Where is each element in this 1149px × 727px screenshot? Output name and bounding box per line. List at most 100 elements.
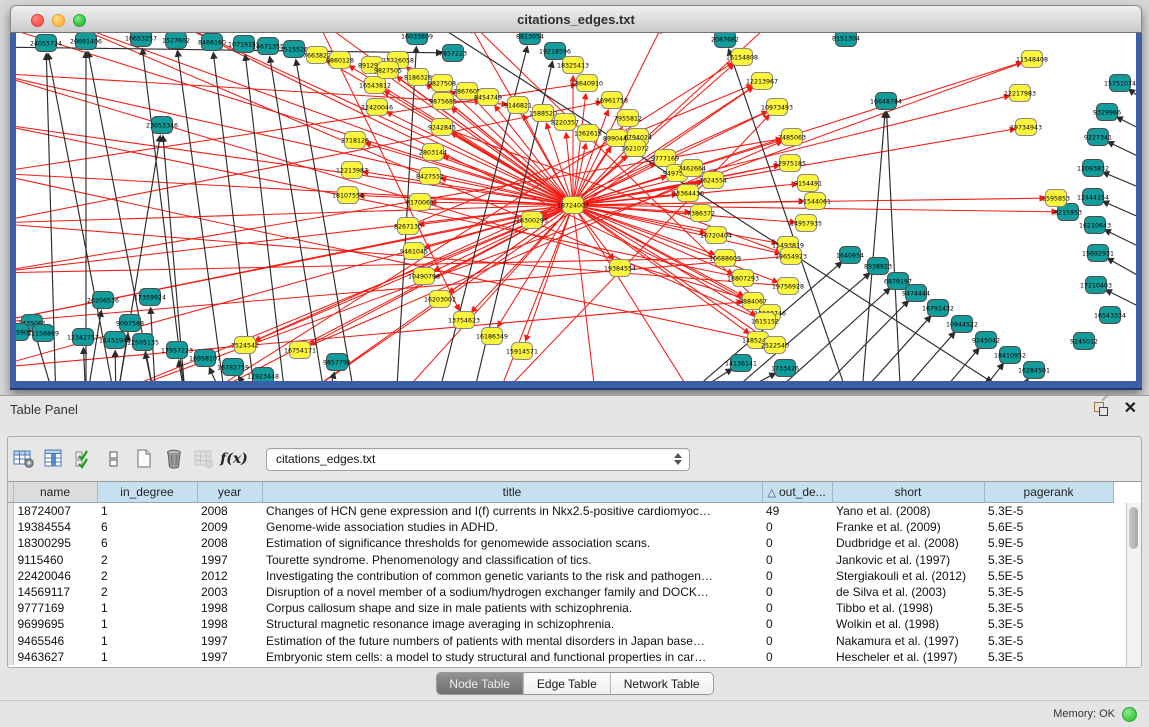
new-document-icon[interactable] xyxy=(132,446,156,472)
table-column-icon[interactable] xyxy=(42,446,66,472)
table-cell[interactable]: 2 xyxy=(97,552,197,568)
graph-node[interactable]: 2803144 xyxy=(419,144,447,161)
table-cell[interactable]: Genome-wide association studies in ADHD. xyxy=(262,519,762,535)
table-cell[interactable]: 9465546 xyxy=(13,633,97,649)
table-row[interactable]: 1830029562008Estimation of significance … xyxy=(8,535,1113,551)
table-row[interactable]: 946362711997Embryonic stem cells: a mode… xyxy=(8,649,1113,665)
graph-edge[interactable] xyxy=(16,174,573,205)
graph-node[interactable]: 9146821 xyxy=(504,97,532,114)
graph-edge[interactable] xyxy=(729,49,851,381)
table-cell[interactable]: 1997 xyxy=(197,649,262,665)
table-cell[interactable]: 1 xyxy=(97,633,197,649)
scrollbar-thumb[interactable] xyxy=(1129,507,1138,549)
table-cell[interactable]: 49 xyxy=(762,503,832,520)
tab-node-table[interactable]: Node Table xyxy=(436,673,524,694)
table-cell[interactable]: Embryonic stem cells: a model to study s… xyxy=(262,649,762,665)
table-cell[interactable]: 2012 xyxy=(197,568,262,584)
graph-node[interactable]: 18640910 xyxy=(571,75,603,92)
graph-node[interactable]: 16543812 xyxy=(359,77,391,94)
table-cell[interactable]: Structural magnetic resonance image aver… xyxy=(262,616,762,632)
float-panel-icon[interactable] xyxy=(1094,402,1108,416)
graph-node[interactable]: 14957935 xyxy=(790,215,822,232)
graph-node[interactable]: 8938923 xyxy=(864,258,892,275)
table-cell[interactable]: 1997 xyxy=(197,633,262,649)
graph-edge[interactable] xyxy=(931,348,979,381)
table-cell[interactable]: 19384554 xyxy=(13,519,97,535)
graph-node[interactable]: 8170061 xyxy=(406,194,434,211)
graph-node[interactable]: 7524542 xyxy=(231,337,259,354)
graph-node[interactable]: 9245012 xyxy=(1070,333,1098,350)
column-header-pagerank[interactable]: pagerank xyxy=(984,482,1113,503)
table-cell[interactable]: 0 xyxy=(762,535,832,551)
import-table-icon[interactable] xyxy=(192,446,216,472)
graph-node[interactable]: 8454749 xyxy=(474,89,502,106)
network-view-window[interactable]: citations_edges.txt 24055724206914061065… xyxy=(10,5,1142,390)
table-cell[interactable]: 22420046 xyxy=(13,568,97,584)
graph-edge[interactable] xyxy=(891,332,955,381)
table-cell[interactable]: 1997 xyxy=(197,552,262,568)
graph-node[interactable]: 16791432 xyxy=(922,300,954,317)
table-cell[interactable]: 6 xyxy=(97,519,197,535)
table-cell[interactable]: 0 xyxy=(762,568,832,584)
table-cell[interactable]: 5.3E-5 xyxy=(984,584,1113,600)
table-cell[interactable]: Estimation of significance thresholds fo… xyxy=(262,535,762,551)
graph-edge[interactable] xyxy=(1108,142,1136,161)
table-cell[interactable]: 5.6E-5 xyxy=(984,519,1113,535)
graph-node[interactable]: 1527602 xyxy=(162,33,190,49)
graph-node[interactable]: 16186349 xyxy=(476,328,508,345)
graph-node[interactable]: 1362615 xyxy=(574,125,602,142)
graph-edge[interactable] xyxy=(1129,89,1136,103)
graph-edge[interactable] xyxy=(1117,117,1136,133)
vertical-scrollbar[interactable] xyxy=(1126,503,1141,667)
table-cell[interactable]: 0 xyxy=(762,584,832,600)
column-header-year[interactable]: year xyxy=(197,482,262,503)
table-cell[interactable]: Yano et al. (2008) xyxy=(832,503,984,520)
table-cell[interactable]: 5.3E-5 xyxy=(984,600,1113,616)
graph-node[interactable]: 9474444 xyxy=(902,285,930,302)
zoom-window-button[interactable] xyxy=(73,14,86,27)
rows-icon[interactable] xyxy=(102,446,126,472)
table-cell[interactable]: Nakamura et al. (1997) xyxy=(832,633,984,649)
table-cell[interactable]: 2003 xyxy=(197,584,262,600)
graph-edge[interactable] xyxy=(213,53,256,381)
delete-icon[interactable] xyxy=(162,446,186,472)
graph-edge[interactable] xyxy=(1105,230,1136,251)
graph-edge[interactable] xyxy=(806,301,908,381)
graph-node[interactable]: 10944522 xyxy=(946,316,978,333)
table-settings-icon[interactable] xyxy=(12,446,36,472)
table-cell[interactable]: 9463627 xyxy=(13,649,97,665)
table-cell[interactable]: Tourette syndrome. Phenomenology and cla… xyxy=(262,552,762,568)
table-cell[interactable]: 18300295 xyxy=(13,535,97,551)
table-cell[interactable]: 5.3E-5 xyxy=(984,552,1113,568)
graph-node[interactable]: 9860128 xyxy=(326,52,354,69)
table-cell[interactable]: 2 xyxy=(97,584,197,600)
table-cell[interactable]: 1 xyxy=(97,649,197,665)
graph-node[interactable]: 2522540 xyxy=(761,337,789,354)
table-cell[interactable]: 2 xyxy=(97,568,197,584)
table-cell[interactable]: 0 xyxy=(762,633,832,649)
table-cell[interactable]: Jankovic et al. (1997) xyxy=(832,552,984,568)
graph-node[interactable]: 16648784 xyxy=(870,93,902,110)
table-cell[interactable]: 0 xyxy=(762,616,832,632)
graph-node[interactable]: 1621072 xyxy=(621,140,649,157)
graph-node[interactable]: 3624554 xyxy=(699,172,727,189)
table-row[interactable]: 911546021997Tourette syndrome. Phenomeno… xyxy=(8,552,1113,568)
graph-node[interactable]: 9154491 xyxy=(794,175,822,192)
table-cell[interactable]: 2008 xyxy=(197,535,262,551)
window-titlebar[interactable]: citations_edges.txt xyxy=(10,5,1142,33)
graph-node[interactable]: 14136141 xyxy=(725,355,757,372)
table-cell[interactable]: 0 xyxy=(762,649,832,665)
table-cell[interactable]: Changes of HCN gene expression and I(f) … xyxy=(262,503,762,520)
table-row[interactable]: 969969511998Structural magnetic resonanc… xyxy=(8,616,1113,632)
table-cell[interactable]: Disruption of a novel member of a sodium… xyxy=(262,584,762,600)
graph-node[interactable]: 7955812 xyxy=(614,110,642,127)
graph-edge[interactable] xyxy=(1108,258,1136,281)
table-cell[interactable]: 5.3E-5 xyxy=(984,649,1113,665)
table-cell[interactable]: Stergiakouli et al. (2012) xyxy=(832,568,984,584)
table-cell[interactable]: Corpus callosum shape and size in male p… xyxy=(262,600,762,616)
table-cell[interactable]: de Silva et al. (2003) xyxy=(832,584,984,600)
graph-node[interactable]: 9227341 xyxy=(1084,129,1112,146)
graph-node[interactable]: 10688609 xyxy=(709,250,741,267)
graph-node[interactable]: 9329966 xyxy=(1093,104,1121,121)
graph-edge[interactable] xyxy=(1103,201,1136,221)
